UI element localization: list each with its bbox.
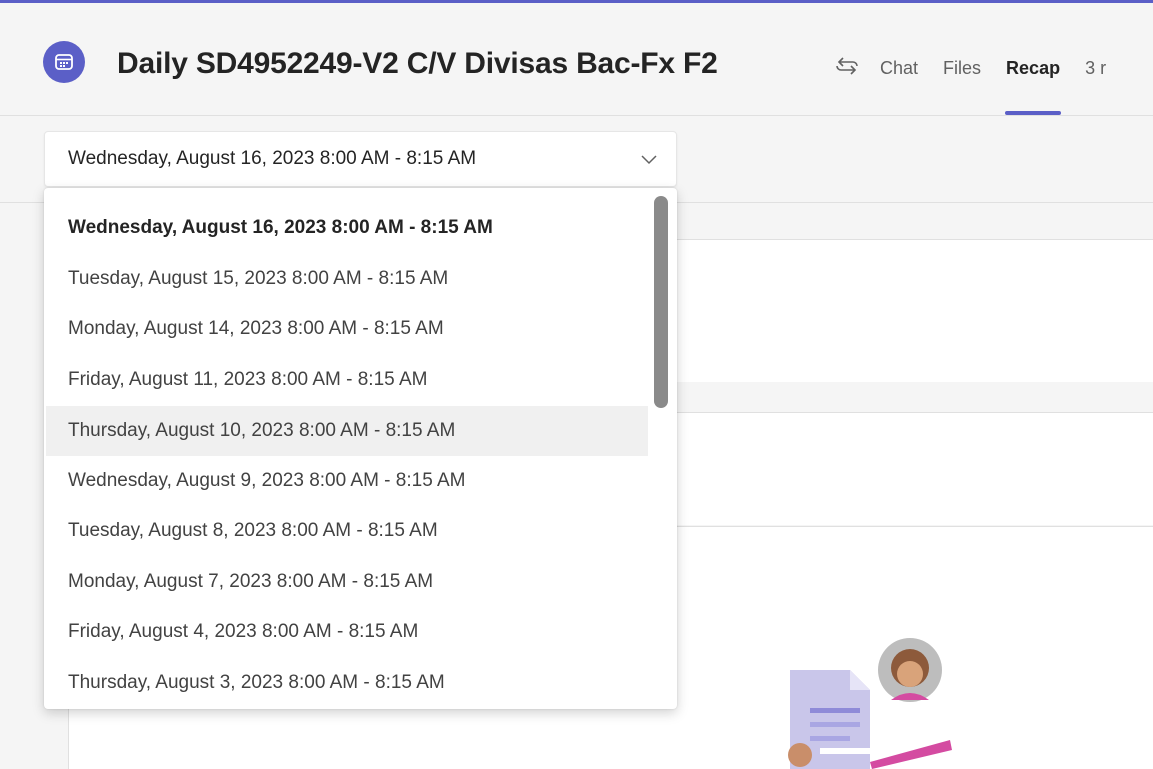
occurrence-option[interactable]: Thursday, August 3, 2023 8:00 AM - 8:15 … — [46, 658, 648, 708]
recap-illustration — [788, 638, 952, 769]
meeting-tabs: Chat Files Recap 3 r — [880, 55, 1106, 115]
meeting-header: Daily SD4952249-V2 C/V Divisas Bac-Fx F2… — [0, 3, 1153, 116]
occurrence-option[interactable]: Wednesday, August 16, 2023 8:00 AM - 8:1… — [46, 203, 648, 253]
recurring-icon — [836, 57, 858, 75]
tab-chat[interactable]: Chat — [880, 55, 918, 115]
occurrence-option[interactable]: Wednesday, August 9, 2023 8:00 AM - 8:15… — [46, 456, 648, 506]
tab-overflow[interactable]: 3 r — [1085, 55, 1106, 115]
chevron-down-icon — [641, 155, 657, 165]
tab-files[interactable]: Files — [943, 55, 981, 115]
occurrence-select[interactable]: Wednesday, August 16, 2023 8:00 AM - 8:1… — [44, 131, 677, 187]
occurrence-option[interactable]: Thursday, August 10, 2023 8:00 AM - 8:15… — [46, 406, 648, 456]
calendar-icon — [43, 41, 85, 83]
occurrence-option[interactable]: Friday, August 4, 2023 8:00 AM - 8:15 AM — [46, 607, 648, 657]
occurrence-select-value: Wednesday, August 16, 2023 8:00 AM - 8:1… — [68, 148, 477, 169]
occurrence-option[interactable]: Monday, August 14, 2023 8:00 AM - 8:15 A… — [46, 304, 648, 354]
occurrence-option[interactable]: Tuesday, August 15, 2023 8:00 AM - 8:15 … — [46, 254, 648, 304]
occurrence-option[interactable]: Friday, August 11, 2023 8:00 AM - 8:15 A… — [46, 355, 648, 405]
occurrence-option[interactable]: Tuesday, August 8, 2023 8:00 AM - 8:15 A… — [46, 506, 648, 556]
meeting-title: Daily SD4952249-V2 C/V Divisas Bac-Fx F2 — [117, 47, 718, 80]
dropdown-scrollbar[interactable] — [654, 196, 668, 408]
tab-recap[interactable]: Recap — [1005, 55, 1062, 115]
occurrence-option[interactable]: Monday, August 7, 2023 8:00 AM - 8:15 AM — [46, 557, 648, 607]
occurrence-dropdown-list: Wednesday, August 16, 2023 8:00 AM - 8:1… — [44, 188, 677, 709]
